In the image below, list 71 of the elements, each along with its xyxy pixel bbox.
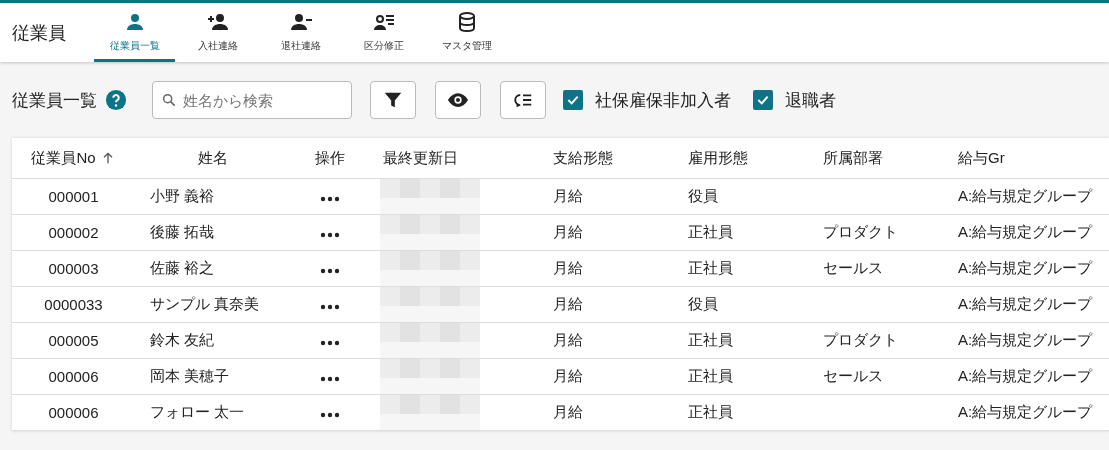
table-cell: 月給 — [553, 223, 583, 240]
search-input[interactable]: 姓名から検索 — [183, 85, 343, 115]
column-header[interactable]: 従業員No — [31, 148, 96, 168]
column-header[interactable]: 最終更新日 — [383, 148, 458, 168]
more-icon[interactable] — [320, 376, 340, 382]
table-cell: 000005 — [48, 332, 99, 349]
search-field[interactable]: 姓名から検索 — [152, 81, 352, 119]
column-header[interactable]: 所属部署 — [823, 148, 883, 168]
table-cell: 役員 — [688, 295, 718, 312]
table-cell: A:給与規定グループ — [958, 223, 1093, 240]
table-cell: 0000033 — [44, 296, 103, 313]
table-cell: サンプル 真奈美 — [150, 295, 260, 312]
more-icon[interactable] — [320, 196, 340, 202]
table-cell: 役員 — [688, 187, 718, 204]
table-cell: 正社員 — [688, 403, 733, 420]
nav-tab[interactable]: 区分修正 — [343, 3, 424, 62]
table-cell: 000001 — [48, 188, 99, 205]
column-header[interactable]: 支給形態 — [553, 148, 613, 168]
help-icon[interactable] — [105, 89, 127, 111]
sort-list-button[interactable] — [500, 81, 546, 119]
table-cell: セールス — [823, 367, 883, 384]
column-header[interactable]: 雇用形態 — [688, 148, 748, 168]
table-cell: 正社員 — [688, 367, 733, 384]
checkbox-label: 退職者 — [785, 89, 836, 112]
nav-tab[interactable]: 入社連絡 — [177, 3, 258, 62]
table-cell: プロダクト — [823, 331, 898, 348]
table-cell: 正社員 — [688, 223, 733, 240]
table-cell: A:給与規定グループ — [958, 367, 1093, 384]
column-header[interactable]: 給与Gr — [958, 148, 1005, 168]
table-cell: 月給 — [553, 295, 583, 312]
table-cell: A:給与規定グループ — [958, 295, 1093, 312]
column-header[interactable]: 姓名 — [197, 148, 228, 168]
table-cell: 月給 — [553, 259, 583, 276]
more-icon[interactable] — [320, 304, 340, 310]
checkbox[interactable] — [753, 90, 773, 110]
table-cell: A:給与規定グループ — [958, 259, 1093, 276]
checkbox[interactable] — [563, 90, 583, 110]
more-icon[interactable] — [320, 412, 340, 418]
table-cell: 佐藤 裕之 — [150, 259, 215, 276]
nav-tab[interactable]: 従業員一覧 — [94, 3, 175, 62]
table-cell: 月給 — [553, 331, 583, 348]
nav-tab[interactable]: マスタ管理 — [426, 3, 507, 62]
app-title: 従業員 — [12, 21, 67, 45]
table-cell: 正社員 — [688, 259, 733, 276]
table-cell: 岡本 美穂子 — [150, 367, 230, 384]
section-title: 従業員一覧 — [12, 89, 97, 112]
more-icon[interactable] — [320, 268, 340, 274]
table-cell: A:給与規定グループ — [958, 187, 1093, 204]
more-icon[interactable] — [320, 232, 340, 238]
table-cell: A:給与規定グループ — [958, 403, 1093, 420]
checkbox-label: 社保雇保非加入者 — [595, 89, 731, 112]
table-cell: 000006 — [48, 368, 99, 385]
table-cell: A:給与規定グループ — [958, 331, 1093, 348]
table-cell: 000003 — [48, 260, 99, 277]
table-cell: 月給 — [553, 403, 583, 420]
table-cell: 鈴木 友紀 — [150, 331, 215, 348]
table-cell: フォロー 太一 — [150, 403, 245, 420]
more-icon[interactable] — [320, 340, 340, 346]
table-cell: 小野 義裕 — [150, 187, 215, 204]
table-cell: 後藤 拓哉 — [150, 223, 215, 240]
table-cell: 000006 — [48, 404, 99, 421]
table-cell: 正社員 — [688, 331, 733, 348]
table-cell: 月給 — [553, 187, 583, 204]
table-cell: セールス — [823, 259, 883, 276]
table-cell: プロダクト — [823, 223, 898, 240]
view-button[interactable] — [435, 81, 481, 119]
nav-tab[interactable]: 退社連絡 — [260, 3, 341, 62]
filter-button[interactable] — [370, 81, 416, 119]
column-header[interactable]: 操作 — [315, 148, 345, 168]
table-cell: 月給 — [553, 367, 583, 384]
table-cell: 000002 — [48, 224, 99, 241]
